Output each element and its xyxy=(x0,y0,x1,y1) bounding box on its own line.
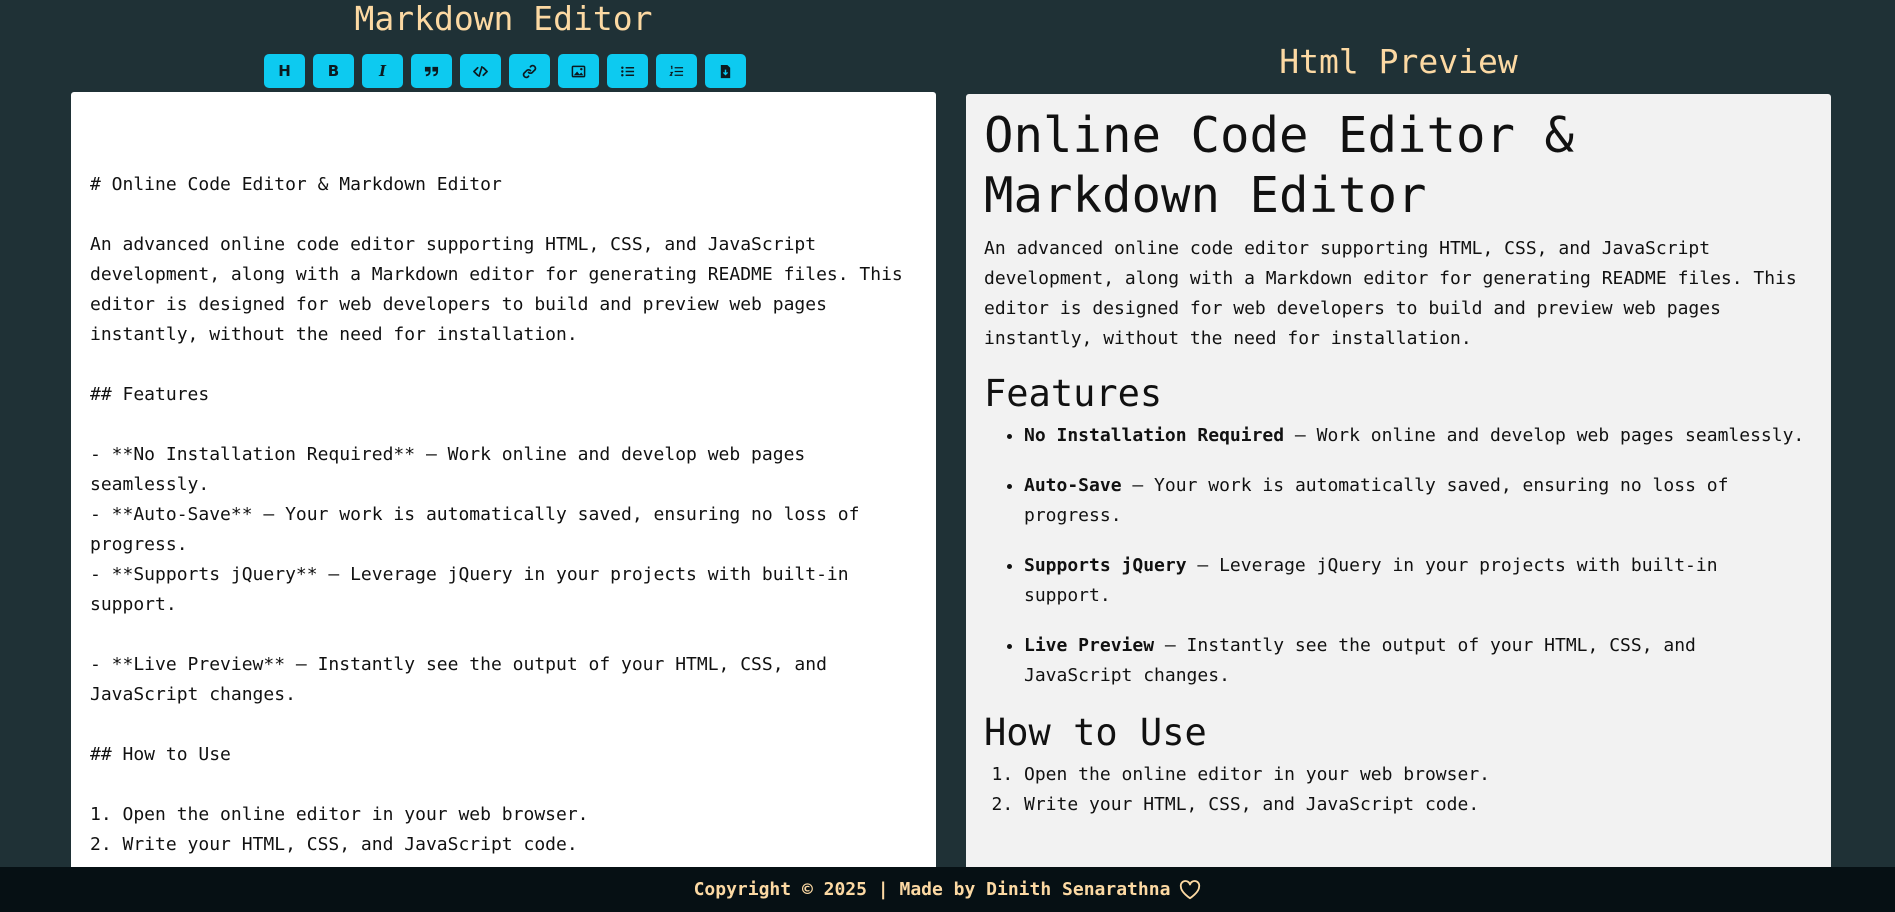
unordered-list-icon xyxy=(621,66,635,76)
features-list: No Installation Required – Work online a… xyxy=(984,421,1813,691)
heading-button[interactable]: H xyxy=(264,54,305,88)
link-icon xyxy=(522,64,537,78)
list-item: Live Preview – Instantly see the output … xyxy=(1024,631,1813,691)
image-button[interactable] xyxy=(558,54,599,88)
steps-list: Open the online editor in your web brows… xyxy=(984,760,1813,820)
markdown-input[interactable]: # Online Code Editor & Markdown Editor A… xyxy=(71,92,936,912)
heading-icon: H xyxy=(278,62,291,80)
howto-heading: How to Use xyxy=(984,711,1207,754)
list-item: No Installation Required – Work online a… xyxy=(1024,421,1813,451)
feature-name: Live Preview xyxy=(1024,635,1155,656)
code-icon xyxy=(473,65,488,77)
feature-name: Supports jQuery xyxy=(1024,555,1187,576)
app: Markdown Editor H B I # Online Code Edit… xyxy=(0,0,1895,912)
unordered-list-button[interactable] xyxy=(607,54,648,88)
bold-icon: B xyxy=(327,62,340,80)
image-icon xyxy=(571,65,586,77)
html-preview: Online Code Editor & Markdown Editor An … xyxy=(966,94,1831,912)
feature-desc: – Your work is automatically saved, ensu… xyxy=(1024,475,1729,526)
preview-intro: An advanced online code editor supportin… xyxy=(984,238,1797,349)
list-item: Open the online editor in your web brows… xyxy=(1024,760,1813,790)
feature-name: No Installation Required xyxy=(1024,425,1285,446)
quote-icon xyxy=(424,66,439,76)
list-item: Supports jQuery – Leverage jQuery in you… xyxy=(1024,551,1813,611)
footer: Copyright © 2025 | Made by Dinith Senara… xyxy=(0,867,1895,912)
italic-button[interactable]: I xyxy=(362,54,403,88)
ordered-list-button[interactable] xyxy=(656,54,697,88)
preview-title: Html Preview xyxy=(1279,42,1518,81)
code-button[interactable] xyxy=(460,54,501,88)
list-item: Write your HTML, CSS, and JavaScript cod… xyxy=(1024,790,1813,820)
heart-icon xyxy=(1180,879,1201,899)
feature-name: Auto-Save xyxy=(1024,475,1122,496)
markdown-text: # Online Code Editor & Markdown Editor A… xyxy=(90,174,903,855)
preview-heading: Online Code Editor & Markdown Editor xyxy=(984,107,1575,224)
bold-button[interactable]: B xyxy=(313,54,354,88)
italic-icon: I xyxy=(378,62,387,80)
copyright-text: Copyright © 2025 | Made by Dinith Senara… xyxy=(693,879,1171,900)
file-download-button[interactable] xyxy=(705,54,746,88)
quote-button[interactable] xyxy=(411,54,452,88)
editor-title: Markdown Editor xyxy=(354,0,653,38)
ordered-list-icon xyxy=(669,65,684,76)
link-button[interactable] xyxy=(509,54,550,88)
list-item: Auto-Save – Your work is automatically s… xyxy=(1024,471,1813,531)
features-heading: Features xyxy=(984,372,1163,415)
markdown-toolbar: H B I xyxy=(264,54,746,88)
feature-desc: – Work online and develop web pages seam… xyxy=(1284,425,1805,446)
file-download-icon xyxy=(720,64,731,78)
